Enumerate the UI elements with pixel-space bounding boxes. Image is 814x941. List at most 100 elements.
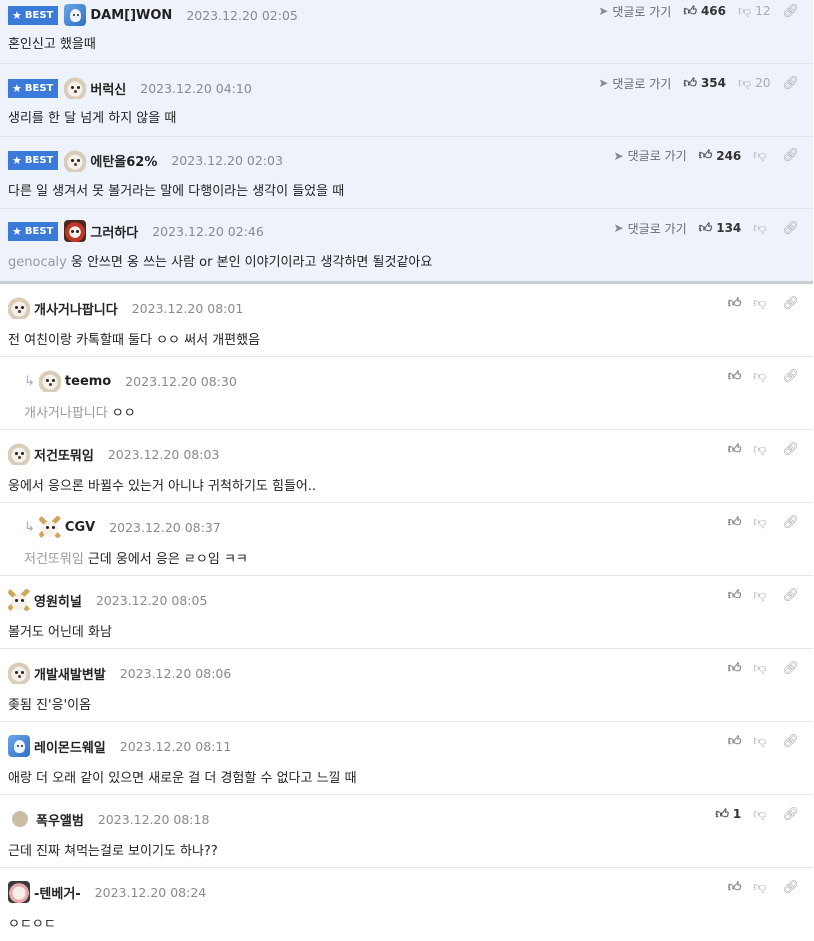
- comment-text: 웅 안쓰면 옹 쓰는 사람 or 본인 이야기이라고 생각하면 될것같아요: [70, 255, 433, 271]
- reply-target[interactable]: 저건또뭐임: [24, 552, 84, 567]
- avatar[interactable]: [64, 4, 87, 26]
- copy-link-button[interactable]: 🔗︎: [782, 880, 799, 895]
- comment-author[interactable]: -텐베거-: [34, 883, 81, 902]
- upvote-button[interactable]: 👍︎: [728, 588, 742, 603]
- copy-link-button[interactable]: 🔗︎: [782, 296, 799, 311]
- reply-comment: ↳ teemo 2023.12.20 08:30 👍︎ 👎︎ 🔗︎ 개사거나팝니…: [0, 357, 813, 431]
- downvote-button[interactable]: 👎︎ 12: [738, 4, 770, 19]
- goto-comment-link[interactable]: ➤ 댓글로 가기: [614, 220, 687, 237]
- copy-link-button[interactable]: 🔗︎: [782, 442, 799, 457]
- copy-link-button[interactable]: 🔗︎: [782, 588, 799, 603]
- downvote-button[interactable]: 👎︎: [753, 515, 770, 530]
- comment-author[interactable]: 에탄올62%: [90, 151, 157, 170]
- avatar[interactable]: [8, 881, 30, 904]
- avatar[interactable]: [8, 662, 30, 685]
- copy-link-button[interactable]: 🔗︎: [782, 734, 799, 749]
- upvote-button[interactable]: 👍︎: [728, 442, 742, 457]
- downvote-button[interactable]: 👎︎: [753, 588, 770, 603]
- link-icon: 🔗︎: [782, 368, 799, 384]
- comment-text: ㅇㄷㅇㄷ: [8, 917, 56, 933]
- downvote-button[interactable]: 👎︎: [753, 296, 770, 311]
- copy-link-button[interactable]: 🔗︎: [782, 76, 799, 91]
- reply-target[interactable]: 개사거나팝니다: [24, 406, 108, 421]
- comment-actions: ➤ 댓글로 가기 👍︎ 354 👎︎ 20 🔗︎: [598, 74, 799, 92]
- copy-link-button[interactable]: 🔗︎: [782, 807, 799, 822]
- link-icon: 🔗︎: [782, 441, 799, 457]
- comment-body: genocaly 웅 안쓰면 옹 쓰는 사람 or 본인 이야기이라고 생각하면 …: [8, 251, 432, 270]
- comment-date: 2023.12.20 08:24: [94, 884, 207, 900]
- downvote-button[interactable]: 👎︎: [753, 880, 770, 895]
- downvote-button[interactable]: 👎︎ 20: [738, 76, 770, 91]
- copy-link-button[interactable]: 🔗︎: [782, 4, 799, 19]
- avatar[interactable]: [38, 370, 61, 393]
- comment-text: 생리를 한 달 넘게 하지 않을 때: [8, 111, 177, 126]
- comment-actions: 👍︎ 👎︎ 🔗︎: [728, 586, 799, 604]
- upvote-button[interactable]: 👍︎: [728, 369, 742, 384]
- copy-link-button[interactable]: 🔗︎: [782, 369, 799, 384]
- comment-actions: ➤ 댓글로 가기 👍︎ 246 👎︎ 🔗︎: [614, 147, 799, 165]
- comment-author[interactable]: 레이몬드웨일: [34, 737, 106, 756]
- avatar[interactable]: [8, 735, 30, 758]
- comment-author[interactable]: 개사거나팝니다: [34, 299, 118, 318]
- downvote-button[interactable]: 👎︎: [753, 734, 770, 749]
- link-icon: 🔗︎: [782, 75, 799, 91]
- upvote-button[interactable]: 👍︎ 466: [683, 4, 726, 19]
- comment-author[interactable]: 버럭신: [90, 79, 126, 98]
- link-icon: 🔗︎: [782, 514, 799, 530]
- avatar[interactable]: [64, 149, 87, 172]
- comment-author[interactable]: 저건또뭐임: [34, 445, 94, 464]
- comment-author[interactable]: CGV: [65, 520, 95, 535]
- downvote-button[interactable]: 👎︎: [753, 807, 770, 822]
- downvote-button[interactable]: 👎︎: [753, 221, 770, 236]
- comment-text: ㅇㅇ: [111, 406, 136, 422]
- link-icon: 🔗︎: [782, 587, 799, 603]
- thumbs-up-icon: 👍︎: [727, 879, 742, 895]
- avatar[interactable]: [38, 516, 61, 539]
- reply-target[interactable]: genocaly: [8, 255, 67, 270]
- upvote-button[interactable]: 👍︎: [728, 734, 742, 749]
- link-icon: 🔗︎: [782, 660, 799, 676]
- copy-link-button[interactable]: 🔗︎: [782, 661, 799, 676]
- copy-link-button[interactable]: 🔗︎: [782, 515, 799, 530]
- upvote-button[interactable]: 👍︎ 354: [683, 76, 726, 91]
- comment-author[interactable]: DAM[]WON: [90, 8, 172, 23]
- comment-author[interactable]: teemo: [65, 374, 111, 389]
- upvote-button[interactable]: 👍︎ 246: [699, 148, 742, 163]
- downvote-button[interactable]: 👎︎: [753, 148, 770, 163]
- copy-link-button[interactable]: 🔗︎: [782, 221, 799, 236]
- upvote-button[interactable]: 👍︎: [728, 661, 742, 676]
- upvote-button[interactable]: 👍︎: [728, 880, 742, 895]
- avatar[interactable]: [64, 220, 87, 243]
- link-icon: 🔗︎: [782, 3, 799, 19]
- upvote-button[interactable]: 👍︎ 134: [699, 221, 742, 236]
- avatar[interactable]: [64, 77, 87, 99]
- thumbs-down-icon: 👎︎: [753, 733, 767, 749]
- avatar[interactable]: [8, 589, 30, 612]
- star-icon: ★: [12, 81, 22, 95]
- comment-body: 개사거나팝니다 ㅇㅇ: [24, 402, 136, 421]
- downvote-button[interactable]: 👎︎: [753, 661, 770, 676]
- avatar[interactable]: [8, 297, 30, 320]
- upvote-count: 1: [732, 807, 742, 822]
- upvote-button[interactable]: 👍︎: [728, 296, 742, 311]
- comment-body: 저건또뭐임 근데 웅에서 응은 ㄹㅇ임 ㅋㅋ: [24, 548, 248, 567]
- goto-comment-link[interactable]: ➤ 댓글로 가기: [614, 147, 687, 164]
- thumbs-up-icon: 👍︎: [683, 3, 697, 19]
- comment-author[interactable]: 영원히널: [34, 591, 82, 610]
- avatar[interactable]: [8, 443, 30, 466]
- comment-date: 2023.12.20 08:37: [109, 519, 221, 535]
- copy-link-button[interactable]: 🔗︎: [782, 148, 799, 163]
- downvote-button[interactable]: 👎︎: [753, 442, 770, 457]
- comment-body: 웅에서 응으론 바뀔수 있는거 아니냐 귀척하기도 힘들어..: [8, 475, 316, 494]
- comment-text: 다른 일 생겨서 못 볼거라는 말에 다행이라는 생각이 들었을 때: [8, 183, 345, 199]
- comment-actions: 👍︎ 1 👎︎ 🔗︎: [715, 805, 799, 823]
- comment-author[interactable]: 폭우앨범: [36, 810, 84, 829]
- upvote-button[interactable]: 👍︎ 1: [715, 807, 741, 822]
- downvote-button[interactable]: 👎︎: [753, 369, 770, 384]
- goto-comment-link[interactable]: ➤ 댓글로 가기: [598, 75, 671, 92]
- upvote-button[interactable]: 👍︎: [728, 515, 742, 530]
- avatar[interactable]: [12, 811, 28, 828]
- comment-author[interactable]: 그러하다: [90, 222, 138, 241]
- comment-author[interactable]: 개발새발변발: [34, 664, 106, 683]
- goto-comment-link[interactable]: ➤ 댓글로 가기: [598, 3, 671, 20]
